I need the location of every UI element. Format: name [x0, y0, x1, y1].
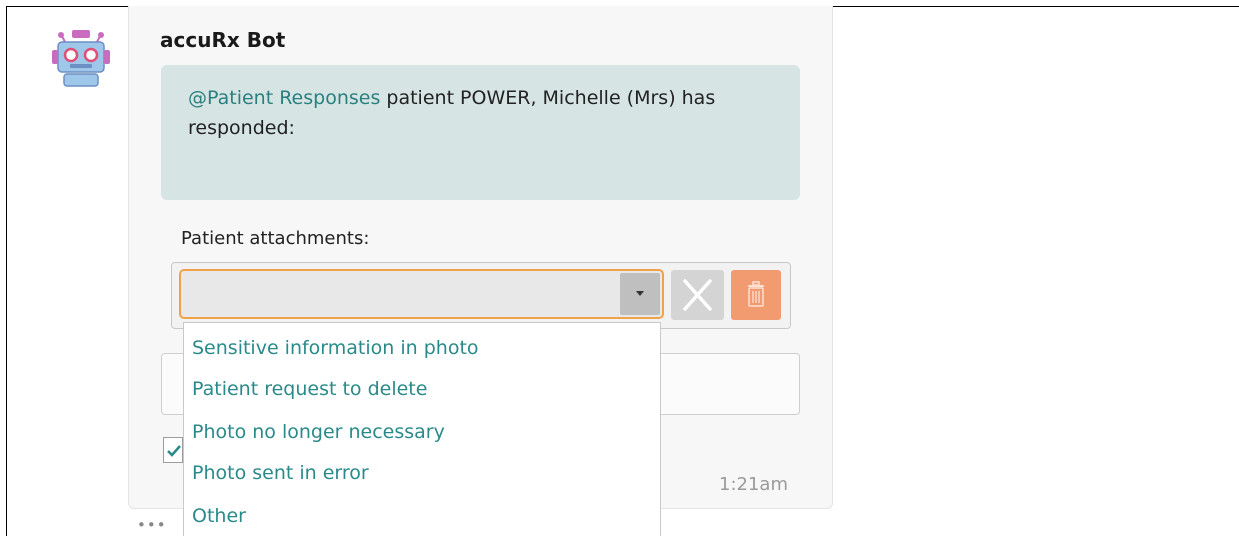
- cancel-button[interactable]: [671, 270, 724, 320]
- dropdown-option[interactable]: Other: [192, 505, 246, 527]
- reason-select[interactable]: [179, 269, 664, 319]
- dropdown-option[interactable]: Photo no longer necessary: [192, 421, 445, 443]
- sender-name: accuRx Bot: [160, 28, 286, 52]
- more-dots-icon[interactable]: •••: [137, 516, 167, 534]
- message-bubble: @Patient Responses patient POWER, Michel…: [161, 65, 800, 200]
- attachments-label: Patient attachments:: [181, 228, 370, 249]
- dropdown-option[interactable]: Photo sent in error: [192, 462, 369, 484]
- chevron-down-icon[interactable]: [620, 273, 660, 315]
- check-icon: [167, 445, 181, 457]
- dropdown-option[interactable]: Patient request to delete: [192, 378, 427, 400]
- trash-icon: [748, 281, 764, 307]
- close-icon: [683, 279, 712, 311]
- robot-icon: [50, 26, 112, 88]
- message-text: @Patient Responses patient POWER, Michel…: [188, 83, 768, 143]
- dropdown-option[interactable]: Sensitive information in photo: [192, 337, 479, 359]
- delete-button[interactable]: [731, 270, 781, 320]
- frame-border-left: [6, 6, 7, 536]
- reason-dropdown-list: Sensitive information in photo Patient r…: [183, 322, 661, 536]
- confirm-checkbox[interactable]: [163, 437, 183, 463]
- message-timestamp: 1:21am: [719, 474, 788, 495]
- mention-link[interactable]: @Patient Responses: [188, 87, 380, 109]
